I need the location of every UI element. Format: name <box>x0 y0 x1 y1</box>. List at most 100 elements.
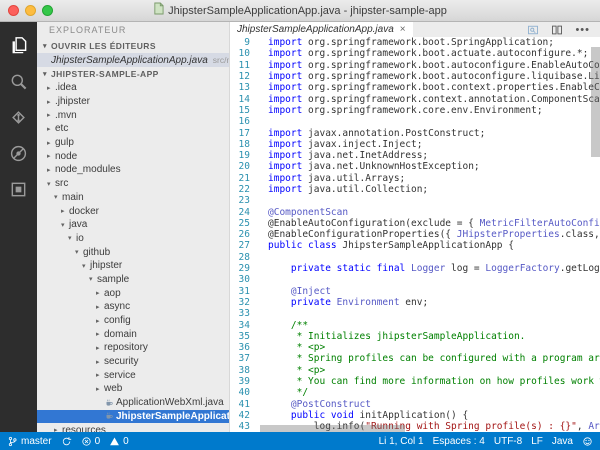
tree-folder-domain[interactable]: ▸domain <box>37 327 229 341</box>
code-editor[interactable]: 9import org.springframework.boot.SpringA… <box>230 37 600 432</box>
status-warning[interactable]: 0 <box>109 436 129 447</box>
code-line-35[interactable]: 35 * Initializes jhipsterSampleApplicati… <box>230 331 600 342</box>
tree-item-label: etc <box>55 123 68 134</box>
code-line-39[interactable]: 39 * You can find more information on ho… <box>230 376 600 387</box>
error-icon <box>81 436 92 447</box>
status-espaces-4[interactable]: Espaces : 4 <box>433 436 485 447</box>
vertical-scrollbar[interactable] <box>591 47 600 157</box>
tree-folder-gulp[interactable]: ▸gulp <box>37 136 229 150</box>
code-line-42[interactable]: 42 public void initApplication() { <box>230 410 600 421</box>
tree-folder-java[interactable]: ▾java <box>37 218 229 232</box>
code-line-38[interactable]: 38 * <p> <box>230 365 600 376</box>
status-smiley[interactable] <box>582 436 593 447</box>
code-line-21[interactable]: 21import java.util.Arrays; <box>230 173 600 184</box>
code-line-17[interactable]: 17import javax.annotation.PostConstruct; <box>230 127 600 138</box>
tree-folder-etc[interactable]: ▸etc <box>37 122 229 136</box>
code-line-30[interactable]: 30 <box>230 274 600 285</box>
zoom-window-button[interactable] <box>42 5 53 16</box>
tree-folder-sample[interactable]: ▾sample <box>37 273 229 287</box>
tab-jhipster-sample-application-app[interactable]: JhipsterSampleApplicationApp.java × <box>230 22 413 37</box>
code-line-14[interactable]: 14import org.springframework.context.ann… <box>230 93 600 104</box>
tab-close-icon[interactable]: × <box>400 25 406 35</box>
code-line-36[interactable]: 36 * <p> <box>230 342 600 353</box>
status-error[interactable]: 0 <box>81 436 101 447</box>
status-java[interactable]: Java <box>552 436 573 447</box>
tree-file-applicationwebxml-java[interactable]: ApplicationWebXml.java <box>37 396 229 410</box>
chevron-collapsed-icon: ▸ <box>96 330 104 338</box>
tree-folder-aop[interactable]: ▸aop <box>37 286 229 300</box>
status-lf[interactable]: LF <box>531 436 543 447</box>
code-line-13[interactable]: 13import org.springframework.boot.contex… <box>230 82 600 93</box>
code-line-16[interactable]: 16 <box>230 116 600 127</box>
tree-folder-config[interactable]: ▸config <box>37 314 229 328</box>
status-label: 0 <box>123 436 129 447</box>
code-line-22[interactable]: 22import java.util.Collection; <box>230 184 600 195</box>
code-line-37[interactable]: 37 * Spring profiles can be configured w… <box>230 353 600 364</box>
status-sync[interactable] <box>61 436 72 447</box>
split-editor-icon[interactable] <box>551 24 563 36</box>
tree-folder-docker[interactable]: ▸docker <box>37 204 229 218</box>
tree-folder-web[interactable]: ▸web <box>37 382 229 396</box>
tree-folder-security[interactable]: ▸security <box>37 355 229 369</box>
code-line-32[interactable]: 32 private Environment env; <box>230 297 600 308</box>
open-editor-item[interactable]: JhipsterSampleApplicationApp.javasrc/m..… <box>37 53 229 67</box>
code-line-27[interactable]: 27public class JhipsterSampleApplication… <box>230 240 600 251</box>
code-line-18[interactable]: 18import javax.inject.Inject; <box>230 139 600 150</box>
tree-item-label: docker <box>69 206 99 217</box>
code-line-40[interactable]: 40 */ <box>230 387 600 398</box>
status-li-1-col-1[interactable]: Li 1, Col 1 <box>379 436 424 447</box>
tree-folder--idea[interactable]: ▸.idea <box>37 81 229 95</box>
activity-bar-search-icon[interactable] <box>0 66 37 102</box>
line-number: 33 <box>230 308 250 319</box>
code-line-10[interactable]: 10import org.springframework.boot.actuat… <box>230 48 600 59</box>
code-line-12[interactable]: 12import org.springframework.boot.autoco… <box>230 71 600 82</box>
activity-bar-explorer-icon[interactable] <box>0 30 37 66</box>
horizontal-scrollbar[interactable] <box>260 425 405 432</box>
status-utf-8[interactable]: UTF-8 <box>494 436 522 447</box>
project-root-header[interactable]: ▾ JHIPSTER-SAMPLE-APP <box>37 67 229 81</box>
tree-folder-io[interactable]: ▾io <box>37 232 229 246</box>
tree-folder-async[interactable]: ▸async <box>37 300 229 314</box>
line-content: private static final Logger log = Logger… <box>250 263 600 274</box>
tree-folder-main[interactable]: ▾main <box>37 191 229 205</box>
tree-folder-src[interactable]: ▾src <box>37 177 229 191</box>
tree-item-label: main <box>62 192 84 203</box>
tree-folder--jhipster[interactable]: ▸.jhipster <box>37 95 229 109</box>
code-line-23[interactable]: 23 <box>230 195 600 206</box>
more-actions-icon[interactable]: ••• <box>575 24 590 36</box>
code-line-20[interactable]: 20import java.net.UnknownHostException; <box>230 161 600 172</box>
activity-bar-extensions-icon[interactable] <box>0 174 37 210</box>
tree-folder-node[interactable]: ▸node <box>37 149 229 163</box>
open-editors-header[interactable]: ▾ OUVRIR LES ÉDITEURS <box>37 39 229 53</box>
code-line-28[interactable]: 28 <box>230 252 600 263</box>
code-line-19[interactable]: 19import java.net.InetAddress; <box>230 150 600 161</box>
tree-folder--mvn[interactable]: ▸.mvn <box>37 108 229 122</box>
code-line-33[interactable]: 33 <box>230 308 600 319</box>
code-line-15[interactable]: 15import org.springframework.core.env.En… <box>230 105 600 116</box>
debug-icon <box>9 144 28 168</box>
tree-folder-jhipster[interactable]: ▾jhipster <box>37 259 229 273</box>
close-window-button[interactable] <box>8 5 19 16</box>
code-line-9[interactable]: 9import org.springframework.boot.SpringA… <box>230 37 600 48</box>
activity-bar-source-control-icon[interactable] <box>0 102 37 138</box>
code-line-34[interactable]: 34 /** <box>230 319 600 330</box>
tree-folder-resources[interactable]: ▸resources <box>37 423 229 432</box>
minimize-window-button[interactable] <box>25 5 36 16</box>
code-line-26[interactable]: 26@EnableConfigurationProperties({ JHips… <box>230 229 600 240</box>
code-line-41[interactable]: 41 @PostConstruct <box>230 399 600 410</box>
code-line-11[interactable]: 11import org.springframework.boot.autoco… <box>230 60 600 71</box>
tree-folder-node-modules[interactable]: ▸node_modules <box>37 163 229 177</box>
tree-folder-github[interactable]: ▾github <box>37 245 229 259</box>
open-preview-icon[interactable] <box>527 24 539 36</box>
tree-folder-service[interactable]: ▸service <box>37 368 229 382</box>
code-line-29[interactable]: 29 private static final Logger log = Log… <box>230 263 600 274</box>
tree-item-label: .jhipster <box>55 96 90 107</box>
code-line-31[interactable]: 31 @Inject <box>230 286 600 297</box>
status-branch[interactable]: master <box>7 436 52 447</box>
code-line-25[interactable]: 25@EnableAutoConfiguration(exclude = { M… <box>230 218 600 229</box>
tree-file-jhipstersampleapplicationapp-java[interactable]: JhipsterSampleApplicationApp.java <box>37 410 229 424</box>
tree-folder-repository[interactable]: ▸repository <box>37 341 229 355</box>
code-line-24[interactable]: 24@ComponentScan <box>230 206 600 217</box>
tree-item-label: ApplicationWebXml.java <box>116 397 224 408</box>
activity-bar-debug-icon[interactable] <box>0 138 37 174</box>
